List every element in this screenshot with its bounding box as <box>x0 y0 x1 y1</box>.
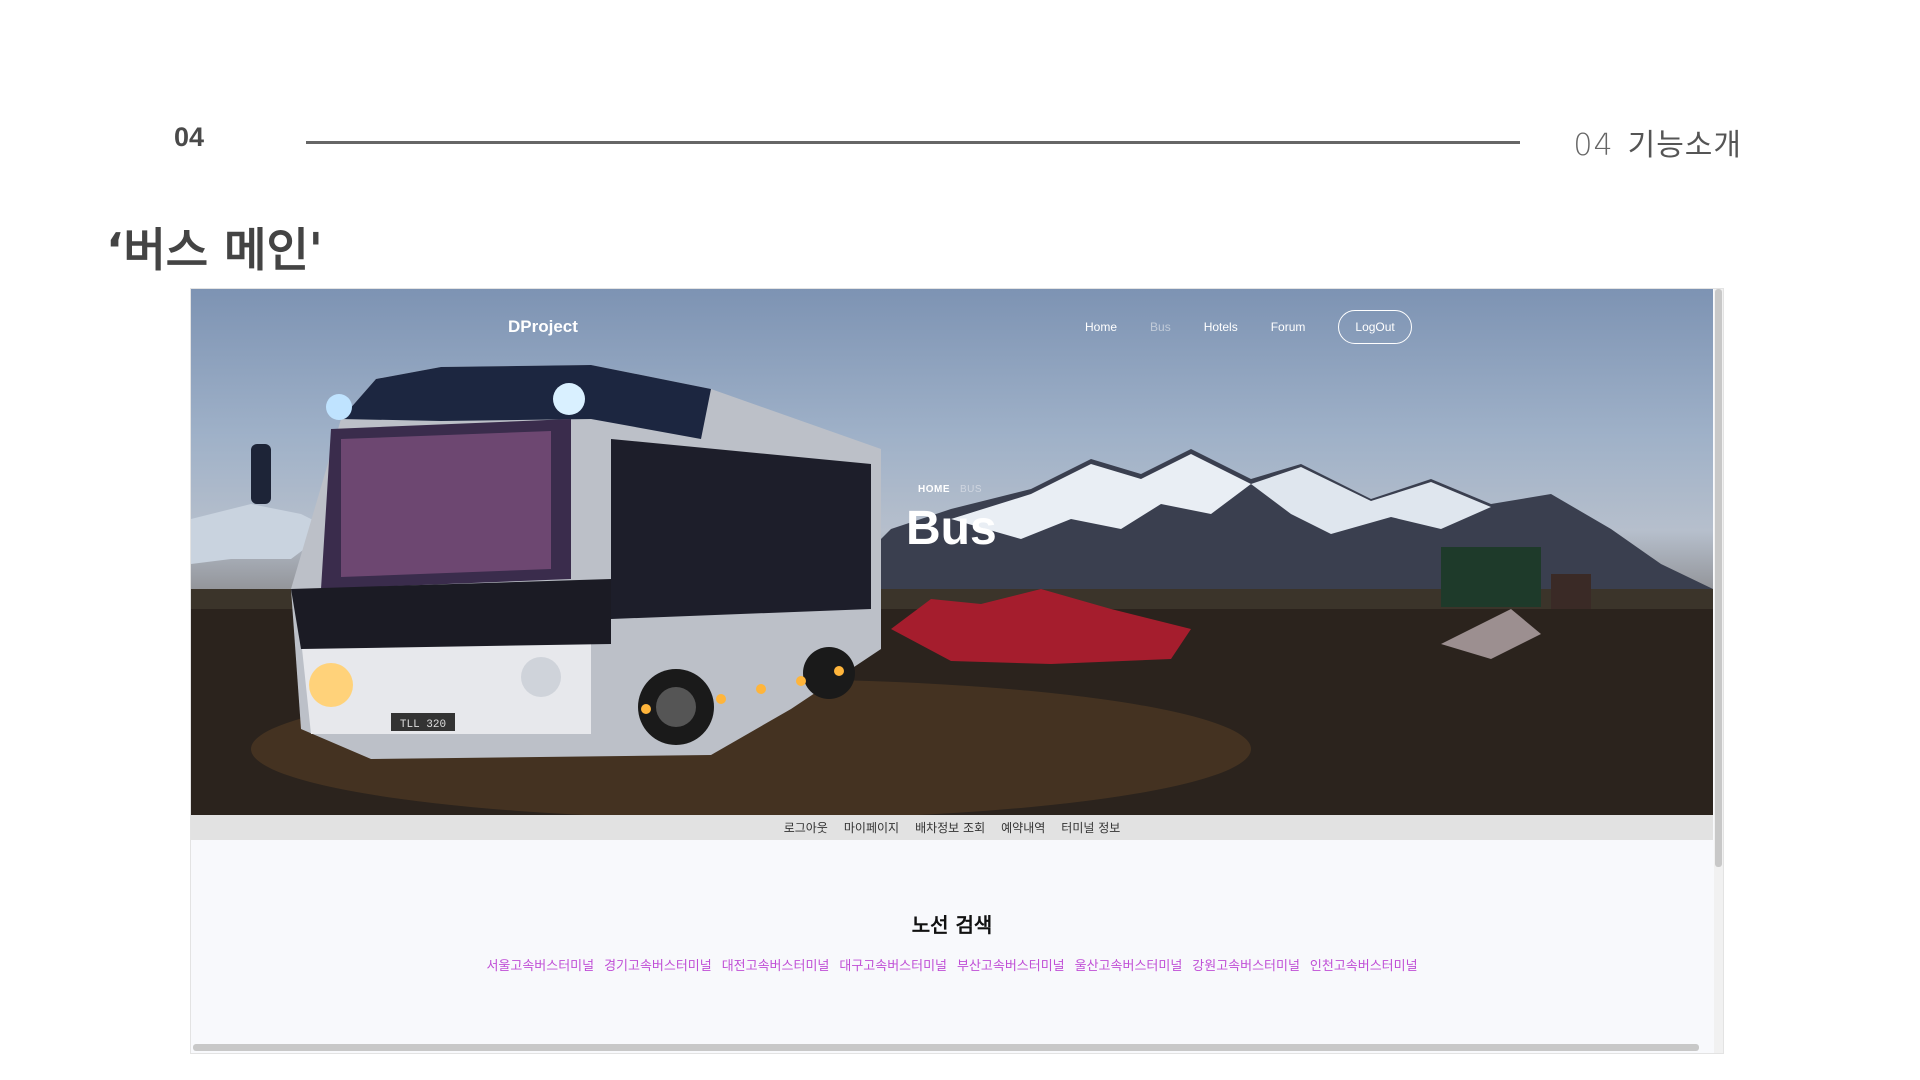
website-screenshot: TLL 320 DProject Home Bus Hotels Forum L… <box>190 288 1724 1054</box>
main-nav: Home Bus Hotels Forum LogOut <box>1085 309 1412 345</box>
nav-hotels[interactable]: Hotels <box>1204 320 1238 334</box>
subnav-mypage[interactable]: 마이페이지 <box>844 819 899 836</box>
header-divider <box>306 141 1520 144</box>
section-number: 04 <box>1573 128 1614 163</box>
terminal-link-daejeon[interactable]: 대전고속버스터미널 <box>722 955 830 974</box>
nav-forum[interactable]: Forum <box>1271 320 1306 334</box>
subnav-terminal-info[interactable]: 터미널 정보 <box>1061 819 1120 836</box>
terminal-link-ulsan[interactable]: 울산고속버스터미널 <box>1075 955 1183 974</box>
terminal-link-seoul[interactable]: 서울고속버스터미널 <box>486 955 594 974</box>
vertical-scrollbar[interactable] <box>1715 289 1722 867</box>
site-logo[interactable]: DProject <box>508 317 578 337</box>
horizontal-scrollbar[interactable] <box>193 1044 1699 1051</box>
hero-banner: TLL 320 DProject Home Bus Hotels Forum L… <box>191 289 1713 815</box>
terminal-link-busan[interactable]: 부산고속버스터미널 <box>957 955 1065 974</box>
section-title: 04 기능소개 <box>1573 120 1742 164</box>
route-search-title: 노선 검색 <box>911 913 993 937</box>
terminal-link-gyeonggi[interactable]: 경기고속버스터미널 <box>604 955 712 974</box>
breadcrumb-current: BUS <box>960 484 983 495</box>
license-plate: TLL 320 <box>400 719 446 731</box>
breadcrumb-home[interactable]: HOME <box>918 484 950 495</box>
terminal-link-incheon[interactable]: 인천고속버스터미널 <box>1310 955 1418 974</box>
breadcrumb: HOME BUS <box>918 484 982 495</box>
slide-number: 04 <box>174 122 205 152</box>
page-title: ‘버스 메인' <box>106 223 323 277</box>
terminal-link-daegu[interactable]: 대구고속버스터미널 <box>839 955 947 974</box>
terminal-list: 서울고속버스터미널 경기고속버스터미널 대전고속버스터미널 대구고속버스터미널 … <box>191 955 1713 974</box>
nav-home[interactable]: Home <box>1085 320 1117 334</box>
subnav-logout[interactable]: 로그아웃 <box>784 819 828 836</box>
terminal-link-gangwon[interactable]: 강원고속버스터미널 <box>1192 955 1300 974</box>
hero-title: Bus <box>906 502 997 555</box>
nav-bus[interactable]: Bus <box>1150 320 1171 334</box>
section-label: 기능소개 <box>1627 128 1742 163</box>
subnav-reservations[interactable]: 예약내역 <box>1001 819 1045 836</box>
sub-nav: 로그아웃 마이페이지 배차정보 조회 예약내역 터미널 정보 <box>191 815 1713 840</box>
subnav-schedule[interactable]: 배차정보 조회 <box>915 819 985 836</box>
logout-button[interactable]: LogOut <box>1338 310 1412 344</box>
